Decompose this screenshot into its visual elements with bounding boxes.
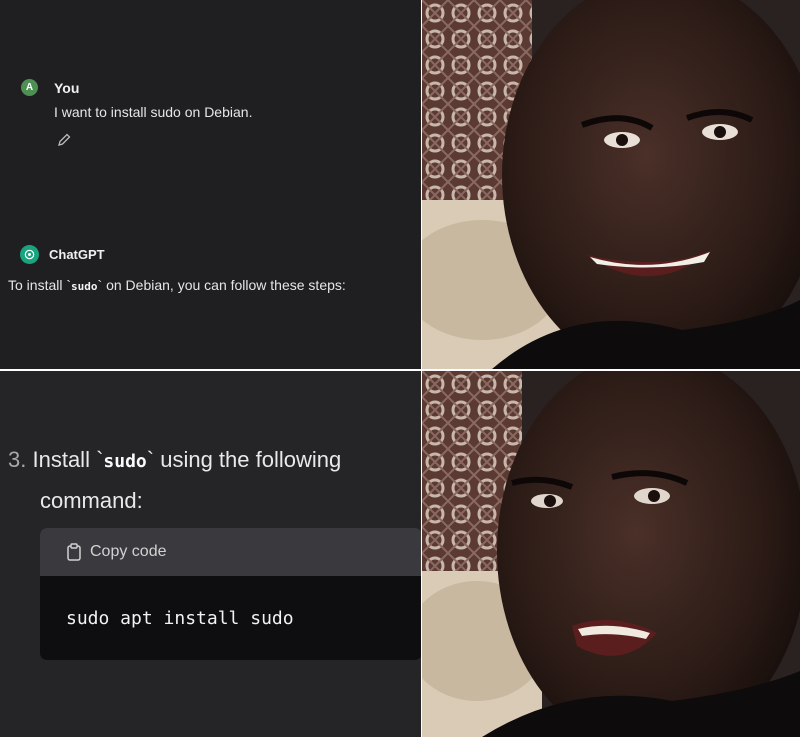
step-number: 3. (8, 447, 27, 472)
assistant-text-before: To install ` (8, 277, 72, 293)
edit-icon[interactable] (56, 132, 72, 151)
assistant-header: ChatGPT (20, 245, 105, 264)
user-header: A You (21, 79, 79, 96)
happy-face-image (422, 0, 800, 369)
code-block: Copy code sudo apt install sudo (40, 528, 421, 660)
user-message: I want to install sudo on Debian. (54, 104, 253, 120)
instructions-panel: 3. Install `sudo` using the following co… (0, 371, 421, 737)
user-name: You (54, 79, 80, 96)
assistant-text-after: ` on Debian, you can follow these steps: (97, 277, 346, 293)
meme-photo-disappointed (422, 371, 800, 737)
step-text-after: ` using the following (146, 447, 342, 472)
step-text-before: Install ` (32, 447, 104, 472)
step-line-1: 3. Install `sudo` using the following (8, 440, 341, 482)
copy-code-button[interactable]: Copy code (90, 543, 167, 561)
meme-photo-happy (422, 0, 800, 369)
clipboard-icon[interactable] (66, 543, 82, 561)
assistant-inline-code: sudo (71, 280, 98, 293)
assistant-name: ChatGPT (49, 247, 105, 262)
chat-panel: A You I want to install sudo on Debian. … (0, 0, 421, 369)
step-inline-code: sudo (103, 451, 147, 472)
user-avatar: A (21, 79, 38, 96)
step-line-2: command: (40, 488, 143, 513)
code-command: sudo apt install sudo (66, 608, 294, 629)
chatgpt-icon (20, 245, 39, 264)
disappointed-face-image (422, 371, 800, 737)
code-block-header: Copy code (40, 528, 421, 576)
assistant-message: To install `sudo` on Debian, you can fol… (8, 277, 346, 293)
